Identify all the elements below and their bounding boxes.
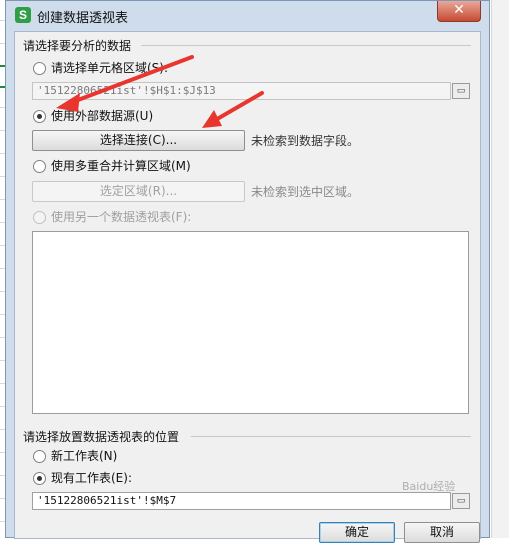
no-region-hint: 未检索到选中区域。 bbox=[251, 185, 360, 199]
option-existing-sheet-label: 现有工作表(E): bbox=[51, 471, 132, 485]
radio-existing-sheet[interactable] bbox=[33, 472, 46, 485]
group-divider bbox=[141, 45, 471, 46]
spreadsheet-right-edge bbox=[491, 0, 509, 538]
radio-multiple-ranges[interactable] bbox=[33, 160, 46, 173]
dialog-title: 创建数据透视表 bbox=[37, 11, 129, 26]
choose-connection-button[interactable]: 选择连接(C)... bbox=[32, 130, 245, 151]
wps-app-icon: S bbox=[15, 7, 31, 23]
close-button[interactable]: ✕ bbox=[437, 1, 481, 22]
no-fields-hint: 未检索到数据字段。 bbox=[251, 134, 360, 148]
pivot-table-list[interactable] bbox=[32, 231, 469, 414]
ok-button[interactable]: 确定 bbox=[319, 522, 395, 543]
option-external-source-label: 使用外部数据源(U) bbox=[51, 109, 154, 123]
create-pivot-table-dialog: S 创建数据透视表 ✕ 请选择要分析的数据 请选择单元格区域(S): '1512… bbox=[5, 0, 490, 543]
option-select-range-label: 请选择单元格区域(S): bbox=[51, 61, 169, 75]
source-group-title: 请选择要分析的数据 bbox=[23, 39, 132, 53]
radio-new-sheet[interactable] bbox=[33, 450, 46, 463]
radio-other-pivot[interactable] bbox=[33, 211, 46, 224]
location-group-title: 请选择放置数据透视表的位置 bbox=[23, 430, 180, 444]
radio-external-source[interactable] bbox=[33, 110, 46, 123]
option-multiple-ranges-label: 使用多重合并计算区域(M) bbox=[51, 159, 191, 173]
option-new-sheet-label: 新工作表(N) bbox=[51, 449, 118, 463]
dialog-content: 请选择要分析的数据 请选择单元格区域(S): '15122806521ist'!… bbox=[14, 31, 481, 543]
location-reference-field[interactable]: '15122806521ist'!$M$7 bbox=[32, 492, 451, 510]
option-other-pivot-label: 使用另一个数据透视表(F): bbox=[51, 210, 192, 224]
title-bar[interactable]: S 创建数据透视表 ✕ bbox=[6, 1, 489, 31]
collapse-dialog-icon[interactable]: ▭ bbox=[452, 83, 470, 99]
select-region-button[interactable]: 选定区域(R)... bbox=[32, 181, 245, 202]
cancel-button[interactable]: 取消 bbox=[404, 522, 480, 543]
collapse-dialog-icon[interactable]: ▭ bbox=[452, 493, 470, 509]
radio-select-range[interactable] bbox=[33, 62, 46, 75]
watermark: Baidu经验 bbox=[402, 480, 456, 493]
group-divider bbox=[191, 436, 471, 437]
range-reference-field[interactable]: '15122806521ist'!$H$1:$J$13 bbox=[32, 82, 451, 100]
